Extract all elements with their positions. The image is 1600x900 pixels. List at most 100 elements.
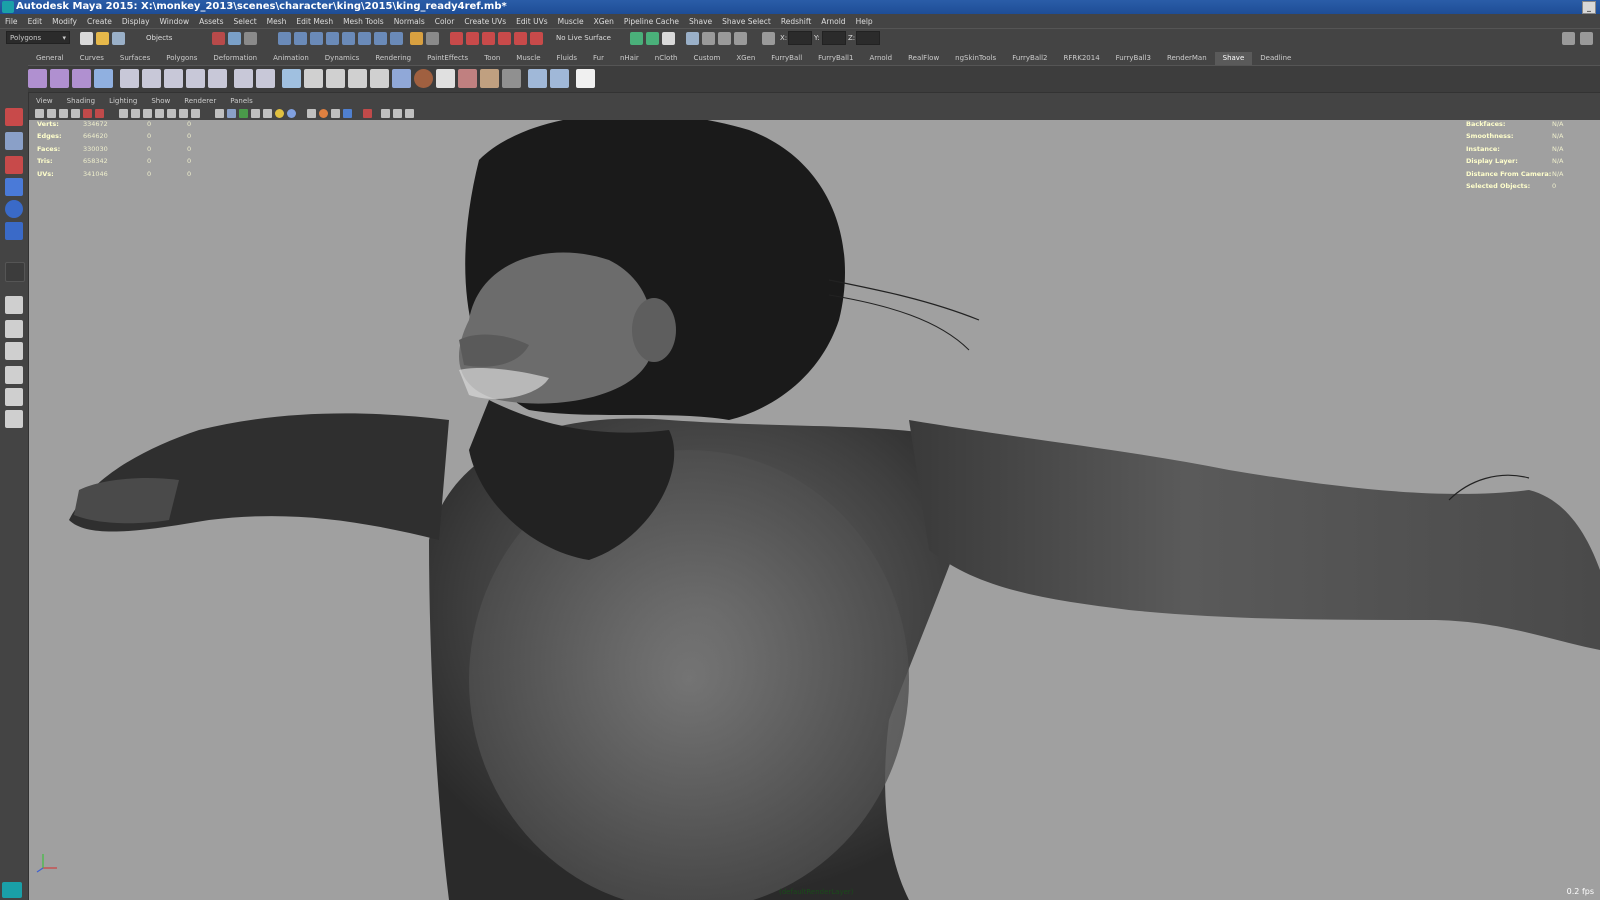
shave-attach-icon[interactable]: [50, 69, 69, 88]
tool-settings-icon[interactable]: [702, 32, 715, 45]
film-gate-icon[interactable]: [131, 109, 140, 118]
menuset-dropdown[interactable]: Polygons ▾: [6, 31, 70, 44]
make-live-icon[interactable]: [342, 32, 355, 45]
render-current-icon[interactable]: [450, 32, 463, 45]
shelf-tab-curves[interactable]: Curves: [72, 52, 112, 65]
shelf-tab-rendering[interactable]: Rendering: [367, 52, 419, 65]
undo-icon[interactable]: [502, 69, 521, 88]
camera-attributes-icon[interactable]: [47, 109, 56, 118]
scale-tool-icon[interactable]: [5, 222, 23, 240]
shelf-tab-general[interactable]: General: [28, 52, 72, 65]
shelf-tab-muscle[interactable]: Muscle: [508, 52, 548, 65]
cut-tool-icon[interactable]: [186, 69, 205, 88]
render-view-icon[interactable]: [514, 32, 527, 45]
panel-menu-show[interactable]: Show: [144, 96, 177, 107]
menu-mesh-tools[interactable]: Mesh Tools: [338, 17, 389, 26]
rotate-tool-icon[interactable]: [5, 200, 23, 218]
stripes-icon[interactable]: [436, 69, 455, 88]
unlock-icon[interactable]: [480, 69, 499, 88]
menu-redshift[interactable]: Redshift: [776, 17, 816, 26]
image-plane-icon[interactable]: [71, 109, 80, 118]
menu-edit-mesh[interactable]: Edit Mesh: [291, 17, 338, 26]
shelf-tab-xgen[interactable]: XGen: [728, 52, 763, 65]
menu-normals[interactable]: Normals: [389, 17, 430, 26]
shelf-tab-furryball2[interactable]: FurryBall2: [1004, 52, 1055, 65]
menu-assets[interactable]: Assets: [194, 17, 228, 26]
menu-muscle[interactable]: Muscle: [553, 17, 589, 26]
menu-edit[interactable]: Edit: [23, 17, 48, 26]
x-field[interactable]: [788, 31, 812, 45]
viewport-options-icon[interactable]: [381, 109, 390, 118]
script-editor-icon[interactable]: [2, 882, 22, 898]
menu-color[interactable]: Color: [430, 17, 460, 26]
stand-tool-icon[interactable]: [256, 69, 275, 88]
menu-create[interactable]: Create: [82, 17, 117, 26]
save-scene-icon[interactable]: [112, 32, 125, 45]
channel-box-toggle-icon[interactable]: [662, 32, 675, 45]
attribute-editor-toggle-icon[interactable]: [646, 32, 659, 45]
shelf-tab-rfrk2014[interactable]: RFRK2014: [1055, 52, 1107, 65]
shelf-tab-furryball[interactable]: FurryBall: [763, 52, 810, 65]
input-ops-icon[interactable]: [358, 32, 371, 45]
lock-icon[interactable]: [458, 69, 477, 88]
select-component-icon[interactable]: [244, 32, 257, 45]
outliner-layout-icon[interactable]: [5, 410, 23, 428]
menu-mesh[interactable]: Mesh: [262, 17, 292, 26]
menu-xgen[interactable]: XGen: [589, 17, 619, 26]
shave-hair-icon[interactable]: [94, 69, 113, 88]
graph-editor-toggle-icon[interactable]: [734, 32, 747, 45]
hypershade-layout-icon[interactable]: [5, 388, 23, 406]
xray-icon[interactable]: [307, 109, 316, 118]
2d-pan-zoom-icon[interactable]: [83, 109, 92, 118]
z-field[interactable]: [856, 31, 880, 45]
shelf-tab-fur[interactable]: Fur: [585, 52, 612, 65]
shadows-icon[interactable]: [275, 109, 284, 118]
selection-mode-label[interactable]: Objects: [146, 34, 172, 42]
high-quality-icon[interactable]: [363, 109, 372, 118]
ball-icon[interactable]: [414, 69, 433, 88]
brush-icon[interactable]: [234, 69, 253, 88]
hypershade-icon[interactable]: [498, 32, 511, 45]
xray-active-icon[interactable]: [319, 109, 328, 118]
hair-strands-alt-icon[interactable]: [550, 69, 569, 88]
down-arrow-icon[interactable]: [370, 69, 389, 88]
hair-strands-icon[interactable]: [528, 69, 547, 88]
shelf-tab-surfaces[interactable]: Surfaces: [112, 52, 158, 65]
menu-shave-select[interactable]: Shave Select: [717, 17, 776, 26]
snap-curve-icon[interactable]: [294, 32, 307, 45]
safe-action-icon[interactable]: [179, 109, 188, 118]
panel-menu-view[interactable]: View: [29, 96, 60, 107]
perspective-viewport[interactable]: Verts: 334672 0 0 Edges: 664620 0 0 Face…: [29, 120, 1600, 900]
bookmark-icon[interactable]: [59, 109, 68, 118]
move-tool-icon[interactable]: [5, 178, 23, 196]
comb-tool-icon[interactable]: [120, 69, 139, 88]
camera-select-icon[interactable]: [35, 109, 44, 118]
modeling-toolkit-icon[interactable]: [630, 32, 643, 45]
panel-menu-lighting[interactable]: Lighting: [102, 96, 144, 107]
ipr-render-icon[interactable]: [466, 32, 479, 45]
symmetry-icon[interactable]: [426, 32, 439, 45]
menu-help[interactable]: Help: [851, 17, 878, 26]
snap-point-icon[interactable]: [310, 32, 323, 45]
render-settings-icon[interactable]: [482, 32, 495, 45]
pencil-icon[interactable]: [348, 69, 367, 88]
sign-in-icon[interactable]: [1562, 32, 1575, 45]
snap-grid-icon[interactable]: [278, 32, 291, 45]
shelf-tab-toon[interactable]: Toon: [476, 52, 508, 65]
gate-mask-icon[interactable]: [155, 109, 164, 118]
new-scene-icon[interactable]: [80, 32, 93, 45]
menu-create-uvs[interactable]: Create UVs: [459, 17, 511, 26]
panel-menu-shading[interactable]: Shading: [60, 96, 102, 107]
clump-tool-icon[interactable]: [208, 69, 227, 88]
translate-tool-shelf-icon[interactable]: [164, 69, 183, 88]
shelf-tab-shave[interactable]: Shave: [1214, 52, 1253, 65]
shelf-tab-arnold[interactable]: Arnold: [861, 52, 900, 65]
minimize-button[interactable]: _: [1582, 1, 1596, 14]
paint-select-tool-icon[interactable]: [5, 156, 23, 174]
shelf-tab-animation[interactable]: Animation: [265, 52, 317, 65]
outliner-toggle-icon[interactable]: [718, 32, 731, 45]
select-object-icon[interactable]: [228, 32, 241, 45]
ambient-occlusion-icon[interactable]: [287, 109, 296, 118]
wireframe-icon[interactable]: [215, 109, 224, 118]
gear-icon[interactable]: [576, 69, 595, 88]
